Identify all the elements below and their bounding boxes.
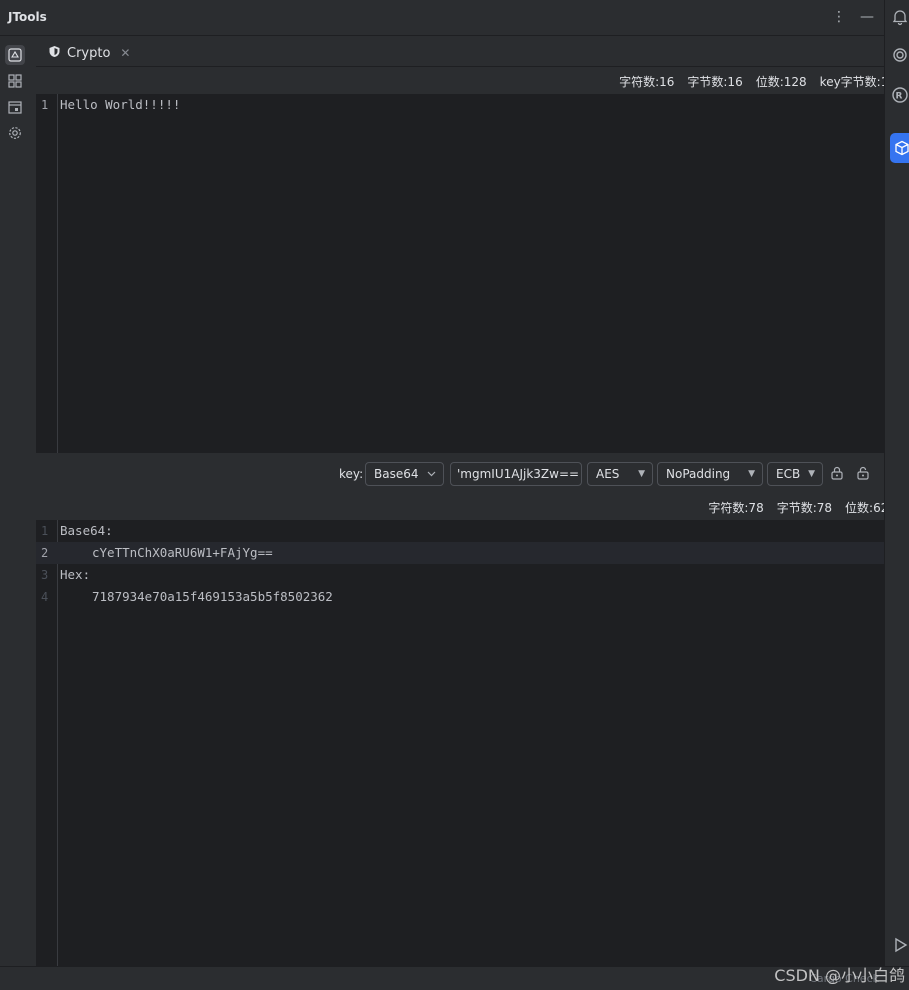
editor-line-current[interactable]: 2 cYeTTnChX0aRU6W1+FAjYg==	[36, 542, 884, 564]
editor-line[interactable]: 3 Hex:	[36, 564, 884, 586]
settings-gear-icon[interactable]	[5, 123, 25, 143]
plugin-cube-icon[interactable]	[890, 133, 909, 163]
watermark: CSDN @小小白鸽	[774, 966, 905, 985]
input-stats: 字符数:16 字节数:16 位数:128 key字节数:16	[619, 73, 896, 90]
line-number: 4	[41, 590, 49, 604]
triangle-down-icon: ▼	[638, 469, 645, 479]
status-bar: Cargo Check	[0, 966, 909, 990]
output-char-count: 字符数:78	[708, 501, 764, 515]
line-text: Base64:	[60, 523, 113, 538]
triangle-down-icon: ▼	[808, 469, 815, 479]
rust-icon[interactable]: R	[891, 86, 909, 106]
tab-label: Crypto	[67, 45, 111, 61]
input-byte-count: 字节数:16	[687, 75, 743, 89]
crypto-controls: key: Base64 'mgmIU1AJjk3Zw== AES ▼ NoPad…	[36, 458, 884, 492]
triangle-down-icon: ▼	[748, 469, 755, 479]
editor-line[interactable]: 4 7187934e70a15f469153a5b5f8502362	[36, 586, 884, 608]
key-input[interactable]: 'mgmIU1AJjk3Zw==	[450, 462, 582, 486]
chevron-down-icon	[427, 463, 436, 494]
line-number: 3	[41, 568, 49, 582]
encrypt-lock-icon[interactable]	[830, 466, 846, 482]
notifications-bell-icon[interactable]	[891, 8, 909, 28]
editor-line[interactable]: 1 Hello World!!!!!	[36, 94, 884, 116]
decrypt-unlock-icon[interactable]	[856, 466, 872, 482]
shield-icon	[48, 45, 61, 62]
algorithm-value: AES	[596, 467, 620, 481]
line-text: Hex:	[60, 567, 91, 582]
mode-select[interactable]: ECB ▼	[767, 462, 823, 486]
input-editor[interactable]: 1 Hello World!!!!!	[36, 94, 884, 453]
key-encoding-value: Base64	[374, 467, 419, 481]
line-number: 1	[41, 98, 49, 112]
input-char-count: 字符数:16	[619, 75, 675, 89]
output-stats: 字符数:78 字节数:78 位数:624	[708, 499, 896, 516]
title-bar: JTools ⋮ —	[0, 0, 884, 36]
line-text: cYeTTnChX0aRU6W1+FAjYg==	[92, 545, 273, 560]
tab-crypto[interactable]: Crypto ✕	[48, 43, 130, 63]
padding-value: NoPadding	[666, 467, 731, 481]
line-text: Hello World!!!!!	[60, 97, 181, 112]
right-tool-bar: R	[884, 0, 909, 966]
more-options-icon[interactable]: ⋮	[832, 8, 846, 26]
key-encoding-select[interactable]: Base64	[365, 462, 444, 486]
run-play-icon[interactable]	[891, 936, 909, 956]
editor-line[interactable]: 1 Base64:	[36, 520, 884, 542]
spiral-icon[interactable]	[891, 46, 909, 66]
key-label: key:	[339, 467, 364, 481]
input-gutter	[36, 94, 58, 453]
output-byte-count: 字节数:78	[776, 501, 833, 515]
line-text: 7187934e70a15f469153a5b5f8502362	[92, 589, 333, 604]
left-tool-bar	[0, 37, 30, 965]
calendar-icon[interactable]	[5, 97, 25, 117]
close-icon[interactable]: ✕	[120, 46, 130, 60]
line-number: 1	[41, 524, 49, 538]
line-number: 2	[41, 546, 49, 560]
algorithm-select[interactable]: AES ▼	[587, 462, 653, 486]
mode-value: ECB	[776, 467, 801, 481]
input-bit-count: 位数:128	[755, 75, 807, 89]
padding-select[interactable]: NoPadding ▼	[657, 462, 763, 486]
tab-bar: Crypto ✕	[36, 37, 884, 67]
minimize-icon[interactable]: —	[860, 8, 874, 26]
grid-tools-icon[interactable]	[5, 71, 25, 91]
output-editor[interactable]: 1 Base64: 2 cYeTTnChX0aRU6W1+FAjYg== 3 H…	[36, 520, 884, 966]
app-title: JTools	[8, 10, 47, 24]
svg-text:R: R	[896, 92, 903, 102]
crypto-tool-icon[interactable]	[5, 45, 25, 65]
